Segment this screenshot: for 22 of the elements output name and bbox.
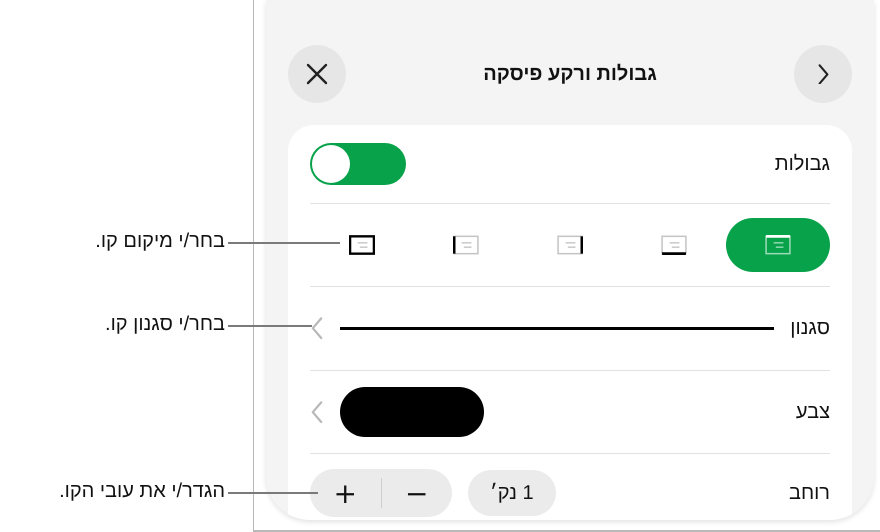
color-label: צבע <box>796 400 830 424</box>
callout-text: הגדר/י את עובי הקו. <box>59 480 225 503</box>
border-position-icon <box>557 235 583 255</box>
callout-text: בחר/י סגנון קו. <box>105 313 225 336</box>
chevron-icon <box>816 64 830 84</box>
panel-title: גבולות ורקע פיסקה <box>483 62 657 86</box>
border-position-icon <box>765 235 791 255</box>
style-label: סגנון <box>790 317 830 340</box>
color-swatch[interactable] <box>340 387 484 437</box>
border-position-icon <box>661 235 687 255</box>
callout-text: בחר/י מיקום קו. <box>95 230 225 253</box>
width-value: 1 נק׳ <box>468 470 556 516</box>
width-label: רוחב <box>788 482 830 504</box>
border-position-icon <box>349 235 375 255</box>
chevron-icon <box>310 317 324 340</box>
borders-label: גבולות <box>774 152 830 176</box>
increase-button[interactable]: + <box>310 469 380 517</box>
close-icon <box>305 62 329 86</box>
chevron-icon <box>310 400 324 424</box>
decrease-button[interactable]: − <box>382 469 452 517</box>
borders-toggle[interactable] <box>310 143 406 185</box>
border-position-icon <box>453 235 479 255</box>
